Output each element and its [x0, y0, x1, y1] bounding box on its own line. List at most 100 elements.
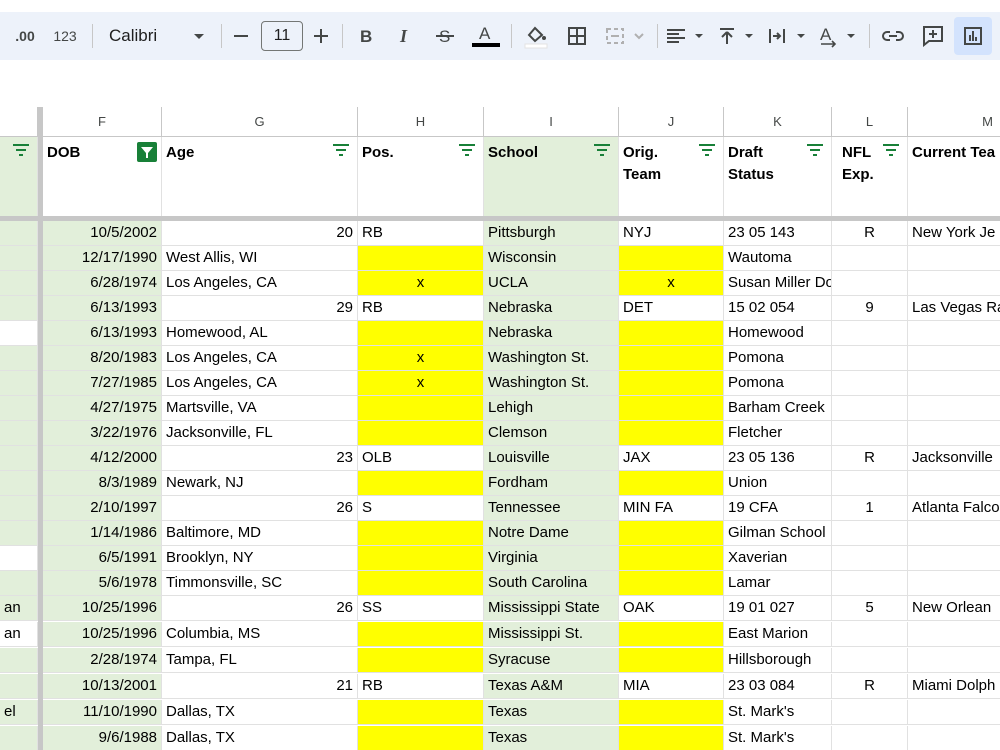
- table-cell-k[interactable]: Pomona: [724, 371, 832, 396]
- table-cell-h[interactable]: [358, 471, 484, 496]
- table-cell-m[interactable]: [908, 246, 1000, 271]
- filter-icon[interactable]: [594, 143, 610, 157]
- table-cell-e[interactable]: an: [0, 596, 38, 621]
- header-cell-current-team[interactable]: Current Tea: [908, 137, 1000, 216]
- table-cell-e[interactable]: [0, 546, 38, 571]
- increase-decimal-button[interactable]: .00: [8, 12, 42, 60]
- column-header-e[interactable]: [0, 107, 38, 137]
- table-cell-e[interactable]: [0, 421, 38, 446]
- table-cell-k[interactable]: 23 05 136: [724, 446, 832, 471]
- insert-comment-button[interactable]: [916, 12, 950, 60]
- filter-icon[interactable]: [459, 143, 475, 157]
- table-cell-m[interactable]: Las Vegas Ra: [908, 296, 1000, 321]
- header-cell-e[interactable]: [0, 137, 38, 216]
- header-cell-pos[interactable]: Pos.: [358, 137, 484, 216]
- table-cell-e[interactable]: [0, 221, 38, 246]
- table-cell-i[interactable]: Washington St.: [484, 371, 619, 396]
- table-cell-m[interactable]: [908, 271, 1000, 296]
- table-cell-h[interactable]: [358, 571, 484, 596]
- table-cell-m[interactable]: [908, 371, 1000, 396]
- table-cell-m[interactable]: Miami Dolph: [908, 674, 1000, 699]
- table-cell-h[interactable]: x: [358, 271, 484, 296]
- text-wrapping-button[interactable]: [766, 12, 812, 60]
- table-cell-m[interactable]: [908, 421, 1000, 446]
- header-cell-nfl-exp[interactable]: NFL Exp.: [832, 137, 908, 216]
- table-cell-l[interactable]: [832, 271, 908, 296]
- table-cell-i[interactable]: Notre Dame: [484, 521, 619, 546]
- table-cell-m[interactable]: [908, 321, 1000, 346]
- table-cell-g[interactable]: Timmonsville, SC: [162, 571, 358, 596]
- table-cell-l[interactable]: [832, 571, 908, 596]
- table-cell-l[interactable]: R: [832, 221, 908, 246]
- horizontal-align-button[interactable]: [664, 12, 710, 60]
- table-cell-g[interactable]: Los Angeles, CA: [162, 271, 358, 296]
- table-cell-j[interactable]: JAX: [619, 446, 724, 471]
- table-cell-i[interactable]: Texas A&M: [484, 674, 619, 699]
- table-cell-j[interactable]: DET: [619, 296, 724, 321]
- table-cell-i[interactable]: Pittsburgh: [484, 221, 619, 246]
- table-cell-f[interactable]: 10/5/2002: [43, 221, 162, 246]
- borders-button[interactable]: [563, 12, 591, 60]
- table-cell-e[interactable]: [0, 471, 38, 496]
- table-cell-g[interactable]: Newark, NJ: [162, 471, 358, 496]
- table-cell-m[interactable]: [908, 346, 1000, 371]
- table-cell-f[interactable]: 4/27/1975: [43, 396, 162, 421]
- table-cell-h[interactable]: [358, 726, 484, 750]
- table-cell-l[interactable]: [832, 471, 908, 496]
- table-cell-m[interactable]: [908, 471, 1000, 496]
- table-cell-j[interactable]: [619, 471, 724, 496]
- table-cell-e[interactable]: [0, 726, 38, 750]
- table-cell-i[interactable]: Virginia: [484, 546, 619, 571]
- table-cell-j[interactable]: [619, 726, 724, 750]
- table-cell-h[interactable]: S: [358, 496, 484, 521]
- table-cell-e[interactable]: [0, 296, 38, 321]
- column-header-l[interactable]: L: [832, 107, 908, 137]
- table-cell-m[interactable]: [908, 571, 1000, 596]
- vertical-align-button[interactable]: [716, 12, 762, 60]
- table-cell-g[interactable]: Tampa, FL: [162, 648, 358, 673]
- table-cell-l[interactable]: [832, 346, 908, 371]
- table-cell-l[interactable]: [832, 546, 908, 571]
- table-cell-k[interactable]: Susan Miller Dorsey: [724, 271, 832, 296]
- table-cell-g[interactable]: Los Angeles, CA: [162, 371, 358, 396]
- table-cell-i[interactable]: Lehigh: [484, 396, 619, 421]
- table-cell-g[interactable]: 23: [162, 446, 358, 471]
- table-cell-g[interactable]: 26: [162, 596, 358, 621]
- table-cell-f[interactable]: 6/13/1993: [43, 321, 162, 346]
- table-cell-j[interactable]: [619, 571, 724, 596]
- column-header-i[interactable]: I: [484, 107, 619, 137]
- table-cell-f[interactable]: 10/25/1996: [43, 596, 162, 621]
- table-cell-l[interactable]: [832, 321, 908, 346]
- fill-color-button[interactable]: [520, 12, 552, 60]
- table-cell-j[interactable]: [619, 396, 724, 421]
- table-cell-m[interactable]: New York Je: [908, 221, 1000, 246]
- table-cell-j[interactable]: x: [619, 271, 724, 296]
- italic-button[interactable]: I: [391, 12, 419, 60]
- filter-icon[interactable]: [883, 143, 899, 157]
- table-cell-g[interactable]: Martsville, VA: [162, 396, 358, 421]
- insert-chart-button[interactable]: [954, 12, 992, 60]
- filter-icon[interactable]: [807, 143, 823, 157]
- table-cell-j[interactable]: [619, 622, 724, 647]
- table-cell-h[interactable]: RB: [358, 296, 484, 321]
- column-header-m[interactable]: M: [908, 107, 1000, 137]
- table-cell-j[interactable]: [619, 648, 724, 673]
- table-cell-f[interactable]: 3/22/1976: [43, 421, 162, 446]
- table-cell-f[interactable]: 8/20/1983: [43, 346, 162, 371]
- table-cell-k[interactable]: Hillsborough: [724, 648, 832, 673]
- text-color-button[interactable]: A: [470, 12, 502, 60]
- filter-icon[interactable]: [699, 143, 715, 157]
- table-cell-f[interactable]: 6/28/1974: [43, 271, 162, 296]
- bold-button[interactable]: B: [352, 12, 380, 60]
- table-cell-f[interactable]: 2/10/1997: [43, 496, 162, 521]
- table-cell-j[interactable]: NYJ: [619, 221, 724, 246]
- table-cell-j[interactable]: MIN FA: [619, 496, 724, 521]
- table-cell-g[interactable]: West Allis, WI: [162, 246, 358, 271]
- table-cell-e[interactable]: an: [0, 622, 38, 647]
- header-cell-draft-status[interactable]: Draft Status: [724, 137, 832, 216]
- table-cell-g[interactable]: Dallas, TX: [162, 726, 358, 750]
- table-cell-h[interactable]: RB: [358, 221, 484, 246]
- table-cell-h[interactable]: [358, 700, 484, 725]
- table-cell-l[interactable]: 1: [832, 496, 908, 521]
- table-cell-k[interactable]: Barham Creek: [724, 396, 832, 421]
